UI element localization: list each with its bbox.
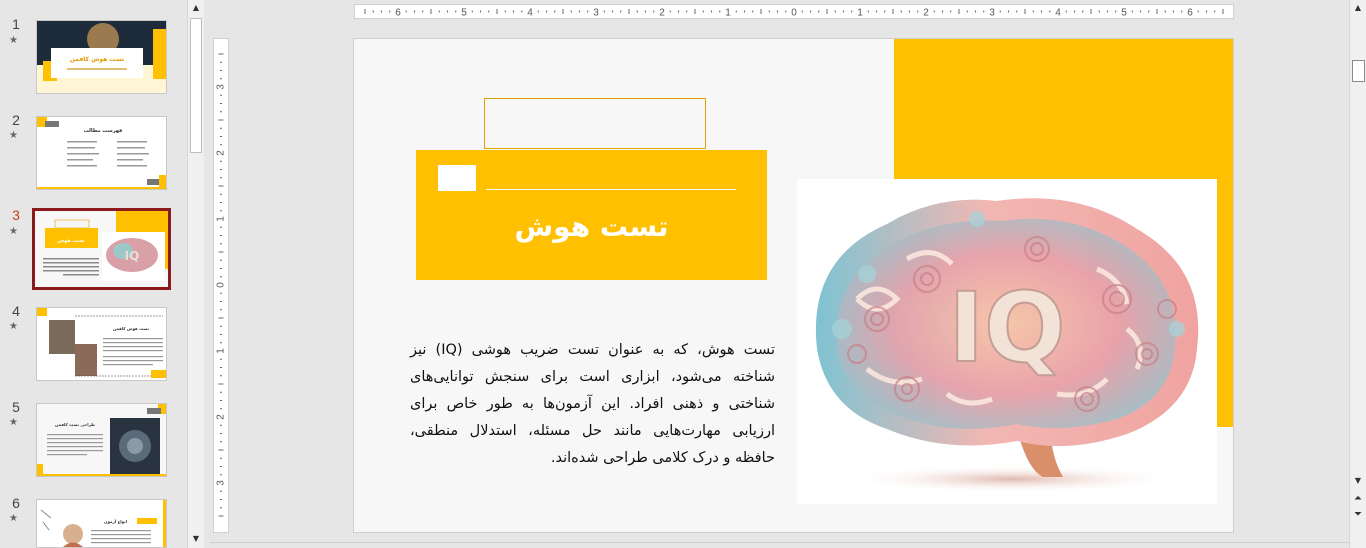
slide-thumbnail-5[interactable]: طراحی تست کافمن — [36, 403, 167, 477]
vertical-ruler-ticks: 3 2 1 0 1 2 3 — [216, 53, 227, 517]
thumbnail-4-title: تست هوش کافمن — [113, 326, 150, 331]
slide-thumbnail-1[interactable]: تست هوش کافمن — [36, 20, 167, 94]
thumbnail-4-art: تست هوش کافمن — [37, 308, 166, 378]
animation-star-icon: ★ — [9, 417, 18, 428]
scroll-up-icon[interactable]: ▲ — [189, 1, 203, 15]
title-divider-line — [486, 189, 736, 190]
slide-scrollbar[interactable]: ▲ ▼ ⏶ ⏷ — [1349, 0, 1366, 548]
ruler-label: 3 — [593, 8, 599, 19]
animation-star-icon: ★ — [9, 226, 18, 237]
title-box[interactable]: تست هوش — [416, 150, 767, 280]
thumbnail-3-title: تست هوش — [57, 238, 85, 244]
horizontal-ruler-ticks: 6 5 4 3 2 1 0 1 2 3 4 5 6 — [364, 8, 1224, 19]
brain-iq-image[interactable]: IQ — [797, 179, 1215, 503]
slide-number-2: 2 — [12, 112, 20, 128]
slide-title[interactable]: تست هوش — [416, 210, 767, 243]
thumbnail-6-art: انواع آزمون — [40, 500, 166, 547]
thumbnail-1-art: تست هوش کافمن — [37, 21, 166, 93]
slide-number-4: 4 — [12, 303, 20, 319]
animation-star-icon: ★ — [9, 513, 18, 524]
thumbnail-scrollbar[interactable]: ▲ ▼ — [187, 0, 204, 548]
scroll-down-icon[interactable]: ▼ — [189, 532, 203, 546]
ruler-label: 2 — [216, 150, 227, 156]
slide-number-1: 1 — [12, 16, 20, 32]
ruler-label: 1 — [216, 348, 227, 354]
slide-scrollbar-thumb[interactable] — [1352, 60, 1365, 82]
ruler-label: 2 — [923, 8, 929, 19]
ruler-label: 0 — [216, 282, 227, 288]
animation-star-icon: ★ — [9, 130, 18, 141]
slide-thumbnail-6[interactable]: انواع آزمون — [36, 499, 167, 548]
thumbnail-5-art: طراحی تست کافمن — [37, 404, 166, 476]
thumbnail-1-title: تست هوش کافمن — [70, 56, 124, 63]
ruler-label: 6 — [1187, 8, 1193, 19]
thumbnail-2-title: فهرست مطالب — [84, 128, 123, 134]
thumbnail-5-title: طراحی تست کافمن — [55, 422, 95, 427]
thumbnail-3-art: IQ تست هوش — [35, 211, 168, 287]
ruler-label: 1 — [216, 216, 227, 222]
ruler-label: 1 — [725, 8, 731, 19]
ruler-label: 6 — [395, 8, 401, 19]
slide-thumbnail-pane: 1 ★ تست هوش کافمن 2 ★ فهرست مطالب 3 ★ IQ… — [0, 0, 187, 548]
ruler-label: 3 — [989, 8, 995, 19]
slide-thumbnail-3[interactable]: IQ تست هوش — [32, 208, 171, 290]
thumbnail-scrollbar-thumb[interactable] — [190, 18, 202, 153]
vertical-ruler[interactable]: 3 2 1 0 1 2 3 — [213, 38, 229, 533]
slide-thumbnail-2[interactable]: فهرست مطالب — [36, 116, 167, 190]
ruler-label: 2 — [659, 8, 665, 19]
thumbnail-6-title: انواع آزمون — [104, 519, 128, 524]
scroll-up-icon[interactable]: ▲ — [1351, 1, 1365, 15]
horizontal-ruler[interactable]: 6 5 4 3 2 1 0 1 2 3 4 5 6 — [354, 4, 1234, 19]
ruler-label: 4 — [1055, 8, 1061, 19]
slide-number-6: 6 — [12, 495, 20, 511]
ruler-label: 3 — [216, 480, 227, 486]
iq-letters: IQ — [948, 272, 1065, 384]
next-slide-icon[interactable]: ⏷ — [1351, 508, 1365, 522]
decorative-white-rectangle — [438, 165, 476, 191]
previous-slide-icon[interactable]: ⏶ — [1351, 492, 1365, 506]
slide-number-3: 3 — [12, 207, 20, 223]
slide-thumbnail-4[interactable]: تست هوش کافمن — [36, 307, 167, 381]
ruler-label: 1 — [857, 8, 863, 19]
animation-star-icon: ★ — [9, 35, 18, 46]
animation-star-icon: ★ — [9, 321, 18, 332]
slide-body-text[interactable]: تست هوش، که به عنوان تست ضریب هوشی (IQ) … — [410, 337, 775, 472]
ruler-label: 2 — [216, 414, 227, 420]
scroll-down-icon[interactable]: ▼ — [1351, 474, 1365, 488]
ruler-label: 5 — [461, 8, 467, 19]
ruler-label: 5 — [1121, 8, 1127, 19]
slide-canvas[interactable]: IQ تست هوش تست هوش، که به عنوان تست ضریب… — [353, 38, 1234, 533]
thumbnail-3-iq: IQ — [125, 249, 140, 263]
ruler-label: 0 — [791, 8, 797, 19]
title-placeholder-outline[interactable] — [484, 98, 706, 149]
thumbnail-2-art: فهرست مطالب — [37, 117, 166, 189]
slide-number-5: 5 — [12, 399, 20, 415]
horizontal-scroll-area — [210, 542, 1349, 548]
ruler-label: 4 — [527, 8, 533, 19]
ruler-label: 3 — [216, 84, 227, 90]
